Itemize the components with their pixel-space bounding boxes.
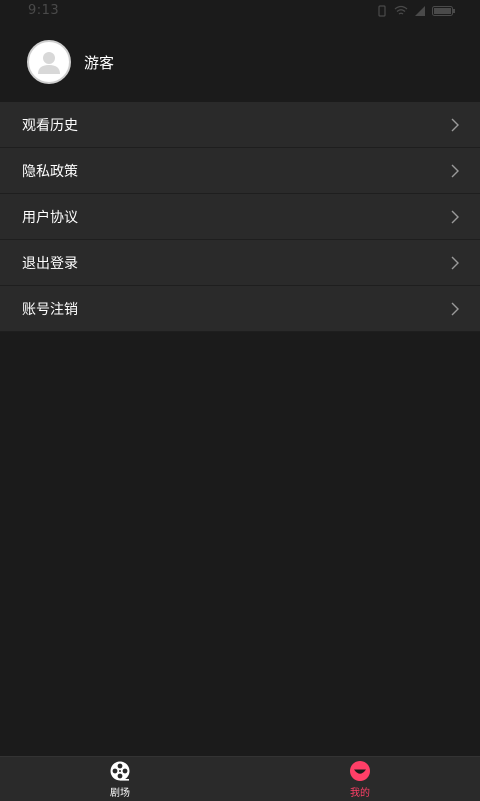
menu-item-delete-account[interactable]: 账号注销 <box>0 286 480 332</box>
chevron-right-icon <box>450 117 460 133</box>
username: 游客 <box>84 53 115 72</box>
wifi-icon <box>394 5 408 15</box>
menu-item-label: 账号注销 <box>22 301 78 318</box>
chevron-right-icon <box>450 209 460 225</box>
menu-item-label: 用户协议 <box>22 209 78 226</box>
vibrate-icon <box>378 5 386 17</box>
status-bar: 9:13 <box>0 0 480 24</box>
menu-item-label: 观看历史 <box>22 117 78 134</box>
signal-icon <box>415 6 425 16</box>
tab-theater[interactable]: 剧场 <box>0 757 240 801</box>
status-time: 9:13 <box>28 3 60 18</box>
menu-item-user-agreement[interactable]: 用户协议 <box>0 194 480 240</box>
menu-item-privacy-policy[interactable]: 隐私政策 <box>0 148 480 194</box>
person-icon <box>38 52 60 74</box>
smile-face-icon <box>350 760 370 781</box>
film-reel-icon <box>110 761 130 781</box>
profile-header[interactable]: 游客 <box>0 24 480 100</box>
tab-label: 我的 <box>350 787 370 799</box>
menu-item-logout[interactable]: 退出登录 <box>0 240 480 286</box>
settings-menu: 观看历史 隐私政策 用户协议 退出登录 账号注销 <box>0 102 480 332</box>
menu-item-label: 隐私政策 <box>22 163 78 180</box>
chevron-right-icon <box>450 301 460 317</box>
chevron-right-icon <box>450 255 460 271</box>
chevron-right-icon <box>450 163 460 179</box>
tab-label: 剧场 <box>110 787 130 799</box>
menu-item-label: 退出登录 <box>22 255 78 272</box>
menu-item-watch-history[interactable]: 观看历史 <box>0 102 480 148</box>
status-icons <box>376 5 456 17</box>
bottom-tab-bar: 剧场 我的 <box>0 756 480 801</box>
tab-mine[interactable]: 我的 <box>240 757 480 801</box>
battery-icon <box>432 6 455 16</box>
avatar[interactable] <box>27 40 71 84</box>
